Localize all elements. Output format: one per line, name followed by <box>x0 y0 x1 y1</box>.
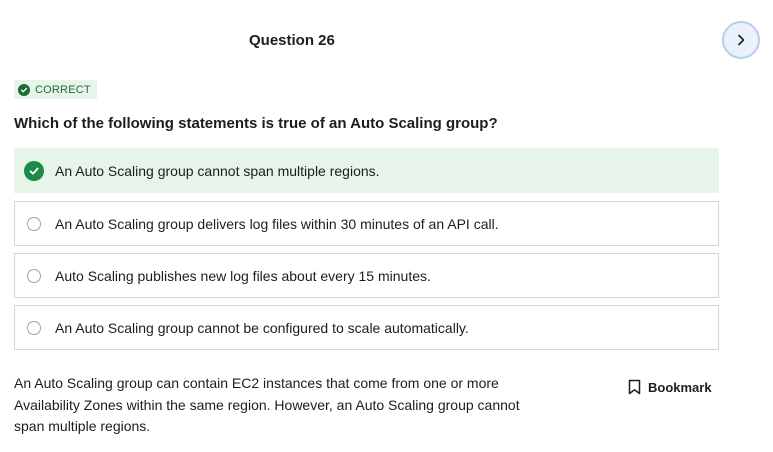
answer-explanation: An Auto Scaling group can contain EC2 in… <box>14 375 520 434</box>
option-label: An Auto Scaling group cannot span multip… <box>55 162 380 179</box>
check-circle-icon <box>18 83 30 96</box>
question-number: Question 26 <box>249 32 335 49</box>
option-label: An Auto Scaling group cannot be configur… <box>55 319 469 336</box>
bookmark-button[interactable]: Bookmark <box>628 379 712 395</box>
answer-option-3[interactable]: Auto Scaling publishes new log files abo… <box>14 253 719 298</box>
radio-button[interactable] <box>27 320 41 335</box>
radio-button[interactable] <box>27 216 41 231</box>
bookmark-icon <box>628 379 641 395</box>
next-question-button[interactable] <box>722 21 760 59</box>
answer-option-1[interactable]: An Auto Scaling group cannot span multip… <box>14 148 719 193</box>
status-label: CORRECT <box>35 83 91 96</box>
selected-check-icon <box>24 160 44 181</box>
chevron-right-icon <box>738 34 745 46</box>
question-page: Question 26 CORRECT Which of the followi… <box>0 0 773 452</box>
status-badge: CORRECT <box>14 80 97 99</box>
question-prompt: Which of the following statements is tru… <box>14 115 498 132</box>
bookmark-label: Bookmark <box>648 379 712 395</box>
radio-button[interactable] <box>27 268 41 283</box>
option-label: An Auto Scaling group delivers log files… <box>55 215 499 232</box>
answer-option-4[interactable]: An Auto Scaling group cannot be configur… <box>14 305 719 350</box>
option-label: Auto Scaling publishes new log files abo… <box>55 267 431 284</box>
answer-option-2[interactable]: An Auto Scaling group delivers log files… <box>14 201 719 246</box>
